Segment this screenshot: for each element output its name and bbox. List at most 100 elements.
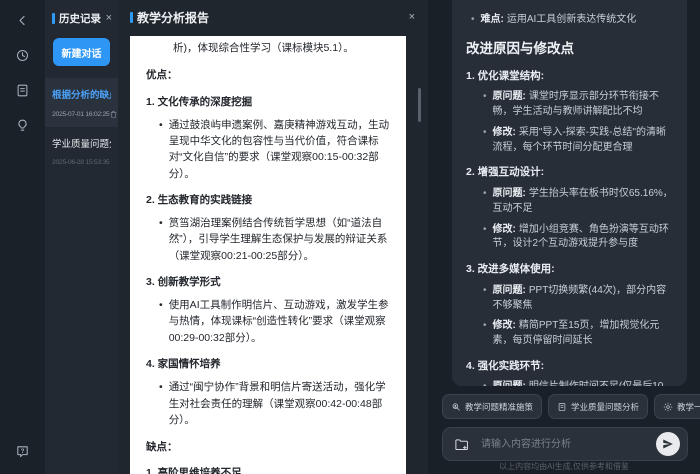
bullet-label: 原问题: (493, 381, 526, 386)
chat-panel: •难点:运用AI工具创新表达传统文化改进原因与修改点1. 优化课堂结构:•原问题… (428, 0, 700, 474)
report-scrollbar[interactable] (418, 88, 421, 122)
message-num: 1. 优化课堂结构: (466, 69, 673, 85)
history-sidebar: 历史记录 × 新建对话 根据分析的缺点，…2025-07-01 16:02:25… (45, 0, 118, 474)
suggestion-chip[interactable]: 教学问题精准施策 (442, 394, 542, 419)
send-button[interactable] (656, 432, 680, 456)
history-list-item[interactable]: 学业质量问题分析 2025-06-28 15:53:35 (45, 127, 118, 174)
message-bullet-text: 原问题:学生抬头率在板书时仅65.16%，互动不足 (493, 187, 673, 217)
help-icon[interactable]: ? (12, 440, 34, 462)
bullet-marker: • (471, 13, 475, 28)
analysis-input[interactable] (479, 438, 647, 451)
folder-plus-icon[interactable] (453, 437, 470, 452)
trash-icon[interactable] (109, 110, 118, 119)
report-num: 1. 文化传承的深度挖掘 (146, 94, 391, 110)
report-num: 4. 家国情怀培养 (146, 356, 391, 372)
suggestion-chips: 教学问题精准施策学业质量问题分析教学一致性更多 (442, 394, 692, 419)
chat-input-bar (442, 427, 688, 461)
bullet-label: 修改: (493, 320, 516, 331)
message-bullet-text: 修改:精简PPT至15页，增加视觉化元素，每页停留时间延长 (493, 319, 673, 349)
report-num: 1. 高阶思维培养不足 (146, 465, 391, 474)
message-bullet-text: 修改:增加小组竞赛、角色扮演等互动环节，设计2个互动游戏提升参与度 (493, 223, 673, 253)
app-window: ? 历史记录 × 新建对话 根据分析的缺点，…2025-07-01 16:02:… (0, 0, 700, 474)
history-item-meta: 2025-07-01 16:02:25 (52, 110, 111, 119)
chip-label: 学业质量问题分析 (571, 401, 639, 413)
history-icon (15, 48, 30, 68)
message-bullet-text: 原问题:PPT切换频繁(44次)，部分内容不够聚焦 (493, 284, 673, 314)
message-num: 4. 强化实践环节: (466, 359, 673, 375)
new-chat-button[interactable]: 新建对话 (53, 38, 110, 66)
message-bullet: •修改:采用"导入-探索-实践-总结"的清晰流程，每个环节时间分配更合理 (466, 126, 673, 156)
document-icon[interactable] (12, 82, 34, 104)
bullet-marker: • (159, 215, 163, 264)
bullet-marker: • (159, 117, 163, 182)
bullet-label: 原问题: (493, 91, 526, 102)
bullet-label: 难点: (481, 14, 504, 25)
idea-icon (15, 118, 30, 138)
report-label: 优点： (146, 67, 391, 83)
chip-label: 教学一致性 (677, 401, 700, 413)
history-item-date: 2025-06-28 15:53:35 (52, 159, 109, 166)
message-bullet: •原问题:课堂时序显示部分环节衔接不畅，学生活动与教师讲解配比不均 (466, 90, 673, 120)
bullet-marker: • (159, 379, 163, 428)
document-icon (15, 83, 30, 103)
suggestion-chip[interactable]: 教学一致性 (654, 394, 700, 419)
bullet-marker: • (159, 297, 163, 346)
document-icon (557, 402, 567, 412)
send-icon (662, 438, 674, 450)
chevron-left-icon[interactable] (12, 12, 34, 34)
bullet-label: 原问题: (493, 285, 526, 296)
bullet-marker: • (483, 223, 487, 253)
message-bullet: •原问题:PPT切换频繁(44次)，部分内容不够聚焦 (466, 284, 673, 314)
report-num: 2. 生态教育的实践链接 (146, 192, 391, 208)
accent-bar (52, 13, 55, 24)
history-icon[interactable] (12, 47, 34, 69)
message-bullet-text: 难点:运用AI工具创新表达传统文化 (481, 13, 673, 28)
report-num: 3. 创新教学形式 (146, 274, 391, 290)
idea-icon[interactable] (12, 117, 34, 139)
report-bullet-text: 通过鼓浪屿申遗案例、嘉庚精神游戏互动，生动呈现中华文化的包容性与当代价值，符合课… (169, 117, 391, 182)
report-bullet: •通过鼓浪屿申遗案例、嘉庚精神游戏互动，生动呈现中华文化的包容性与当代价值，符合… (146, 117, 391, 182)
bullet-marker: • (483, 187, 487, 217)
report-continuation: 析)，体现综合性学习（课标模块5.1）。 (173, 40, 391, 56)
history-item-date: 2025-07-01 16:02:25 (52, 111, 109, 118)
message-bullet-text: 修改:采用"导入-探索-实践-总结"的清晰流程，每个环节时间分配更合理 (493, 126, 673, 156)
ai-disclaimer: 以上内容均由AI生成,仅供参考和借鉴 (428, 461, 700, 472)
report-bullet-text: 通过“闽宁协作”背景和明信片寄送活动，强化学生对社会责任的理解（课堂观察00:4… (169, 379, 391, 428)
report-bullet: •通过“闽宁协作”背景和明信片寄送活动，强化学生对社会责任的理解（课堂观察00:… (146, 379, 391, 428)
search-person-icon (451, 402, 461, 412)
report-bullet: •筼筜湖治理案例结合传统哲学思想（如“道法自然”），引导学生理解生态保护与发展的… (146, 215, 391, 264)
message-heading: 改进原因与修改点 (466, 39, 673, 59)
close-icon[interactable]: × (106, 13, 112, 24)
report-document: 析)，体现综合性学习（课标模块5.1）。优点：1. 文化传承的深度挖掘•通过鼓浪… (130, 36, 406, 474)
bullet-label: 修改: (493, 224, 516, 235)
bullet-label: 原问题: (493, 188, 526, 199)
gear-icon (663, 402, 673, 412)
history-item-meta: 2025-06-28 15:53:35 (52, 159, 111, 166)
close-icon[interactable]: × (409, 12, 415, 23)
svg-text:?: ? (21, 448, 25, 455)
chevron-left-icon (15, 13, 30, 33)
history-item-title: 学业质量问题分析 (52, 136, 111, 150)
report-bullet: •使用AI工具制作明信片、互动游戏，激发学生参与热情，体现课标“创造性转化”要求… (146, 297, 391, 346)
report-label: 缺点： (146, 439, 391, 455)
left-icon-rail: ? (0, 0, 45, 474)
history-list-item[interactable]: 根据分析的缺点，…2025-07-01 16:02:25 (45, 78, 118, 127)
bullet-marker: • (483, 90, 487, 120)
bullet-marker: • (483, 319, 487, 349)
bullet-marker: • (483, 126, 487, 156)
message-bullet: • 难点:运用AI工具创新表达传统文化 (466, 13, 673, 28)
message-bullet: •原问题:学生抬头率在板书时仅65.16%，互动不足 (466, 187, 673, 217)
bullet-marker: • (483, 284, 487, 314)
message-bullet: •修改:增加小组竞赛、角色扮演等互动环节，设计2个互动游戏提升参与度 (466, 223, 673, 253)
message-bullet-text: 原问题:课堂时序显示部分环节衔接不畅，学生活动与教师讲解配比不均 (493, 90, 673, 120)
accent-bar (130, 12, 133, 23)
history-title: 历史记录 (59, 11, 106, 26)
suggestion-chip[interactable]: 学业质量问题分析 (548, 394, 648, 419)
message-num: 3. 改进多媒体使用: (466, 262, 673, 278)
chip-label: 教学问题精准施策 (465, 401, 533, 413)
message-bullet: •修改:精简PPT至15页，增加视觉化元素，每页停留时间延长 (466, 319, 673, 349)
report-bullet-text: 使用AI工具制作明信片、互动游戏，激发学生参与热情，体现课标“创造性转化”要求（… (169, 297, 391, 346)
report-title: 教学分析报告 (137, 9, 409, 26)
message-bullet-text: 原问题:明信片制作时间不足(仅最后10分钟) (493, 380, 673, 386)
bullet-label: 修改: (493, 127, 516, 138)
